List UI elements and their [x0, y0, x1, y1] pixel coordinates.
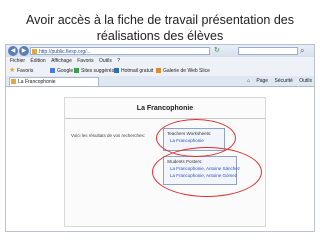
address-input[interactable]: http://public.fiesp.org/... [30, 47, 210, 55]
tab-label: La Francophonie [18, 79, 56, 85]
favorite-link-webslice[interactable]: Galerie de Web Slice [156, 66, 210, 76]
page-icon [11, 79, 16, 84]
search-input[interactable] [238, 47, 298, 55]
menu-affichage[interactable]: Affichage [51, 57, 72, 66]
forward-arrow-icon[interactable]: ▶ [19, 46, 29, 56]
page-menu[interactable]: Page [256, 78, 268, 84]
suggested-sites-icon [74, 68, 79, 73]
page-heading: La Francophonie [136, 105, 194, 112]
google-icon [50, 68, 55, 73]
menu-favoris[interactable]: Favoris [77, 57, 93, 66]
tab-row: La Francophonie ⌂ Page Sécurité Outils [6, 76, 314, 87]
menu-edition[interactable]: Édition [30, 57, 45, 66]
security-menu[interactable]: Sécurité [274, 78, 292, 84]
favorites-label[interactable]: Favoris [17, 66, 33, 76]
star-icon[interactable]: ★ [9, 66, 15, 76]
back-arrow-icon[interactable]: ◀ [8, 46, 18, 56]
favorite-link-suggested[interactable]: Sites suggérés [74, 66, 114, 76]
slide-title: Avoir accès à la fiche de travail présen… [18, 12, 302, 44]
menu-outils[interactable]: Outils [99, 57, 112, 66]
slide-title-line-2: réalisations des élèves [96, 29, 224, 43]
command-bar: ⌂ Page Sécurité Outils [242, 76, 312, 86]
address-text: http://public.fiesp.org/... [39, 49, 91, 55]
favorite-link-hotmail[interactable]: Hotmail gratuit [114, 66, 153, 76]
favorite-link-google[interactable]: Google [50, 66, 73, 76]
home-icon[interactable]: ⌂ [247, 78, 250, 84]
favorite-label: Hotmail gratuit [121, 68, 154, 74]
page-icon [32, 49, 37, 54]
slide-title-line-1: Avoir accès à la fiche de travail présen… [26, 13, 294, 27]
web-page: La Francophonie Voici les résultats de v… [6, 87, 314, 231]
divider [65, 118, 265, 119]
results-text: Voici les résultats de vos recherches: [71, 133, 146, 138]
menu-fichier[interactable]: Fichier [10, 57, 25, 66]
web-slice-icon [156, 68, 161, 73]
search-icon[interactable]: ⌕ [300, 45, 304, 56]
refresh-icon[interactable]: ↻ [214, 46, 220, 56]
menu-help[interactable]: ? [117, 57, 120, 66]
browser-screenshot: ◀ ▶ http://public.fiesp.org/... ↻ ⌕ Fich… [5, 44, 315, 232]
favorite-label: Google [57, 68, 74, 74]
annotation-circle-students [152, 147, 262, 197]
tools-menu[interactable]: Outils [299, 78, 312, 84]
favorite-label: Galerie de Web Slice [163, 68, 210, 74]
tab-la-francophonie[interactable]: La Francophonie [9, 77, 99, 86]
hotmail-icon [114, 68, 119, 73]
favorite-label: Sites suggérés [81, 68, 115, 74]
